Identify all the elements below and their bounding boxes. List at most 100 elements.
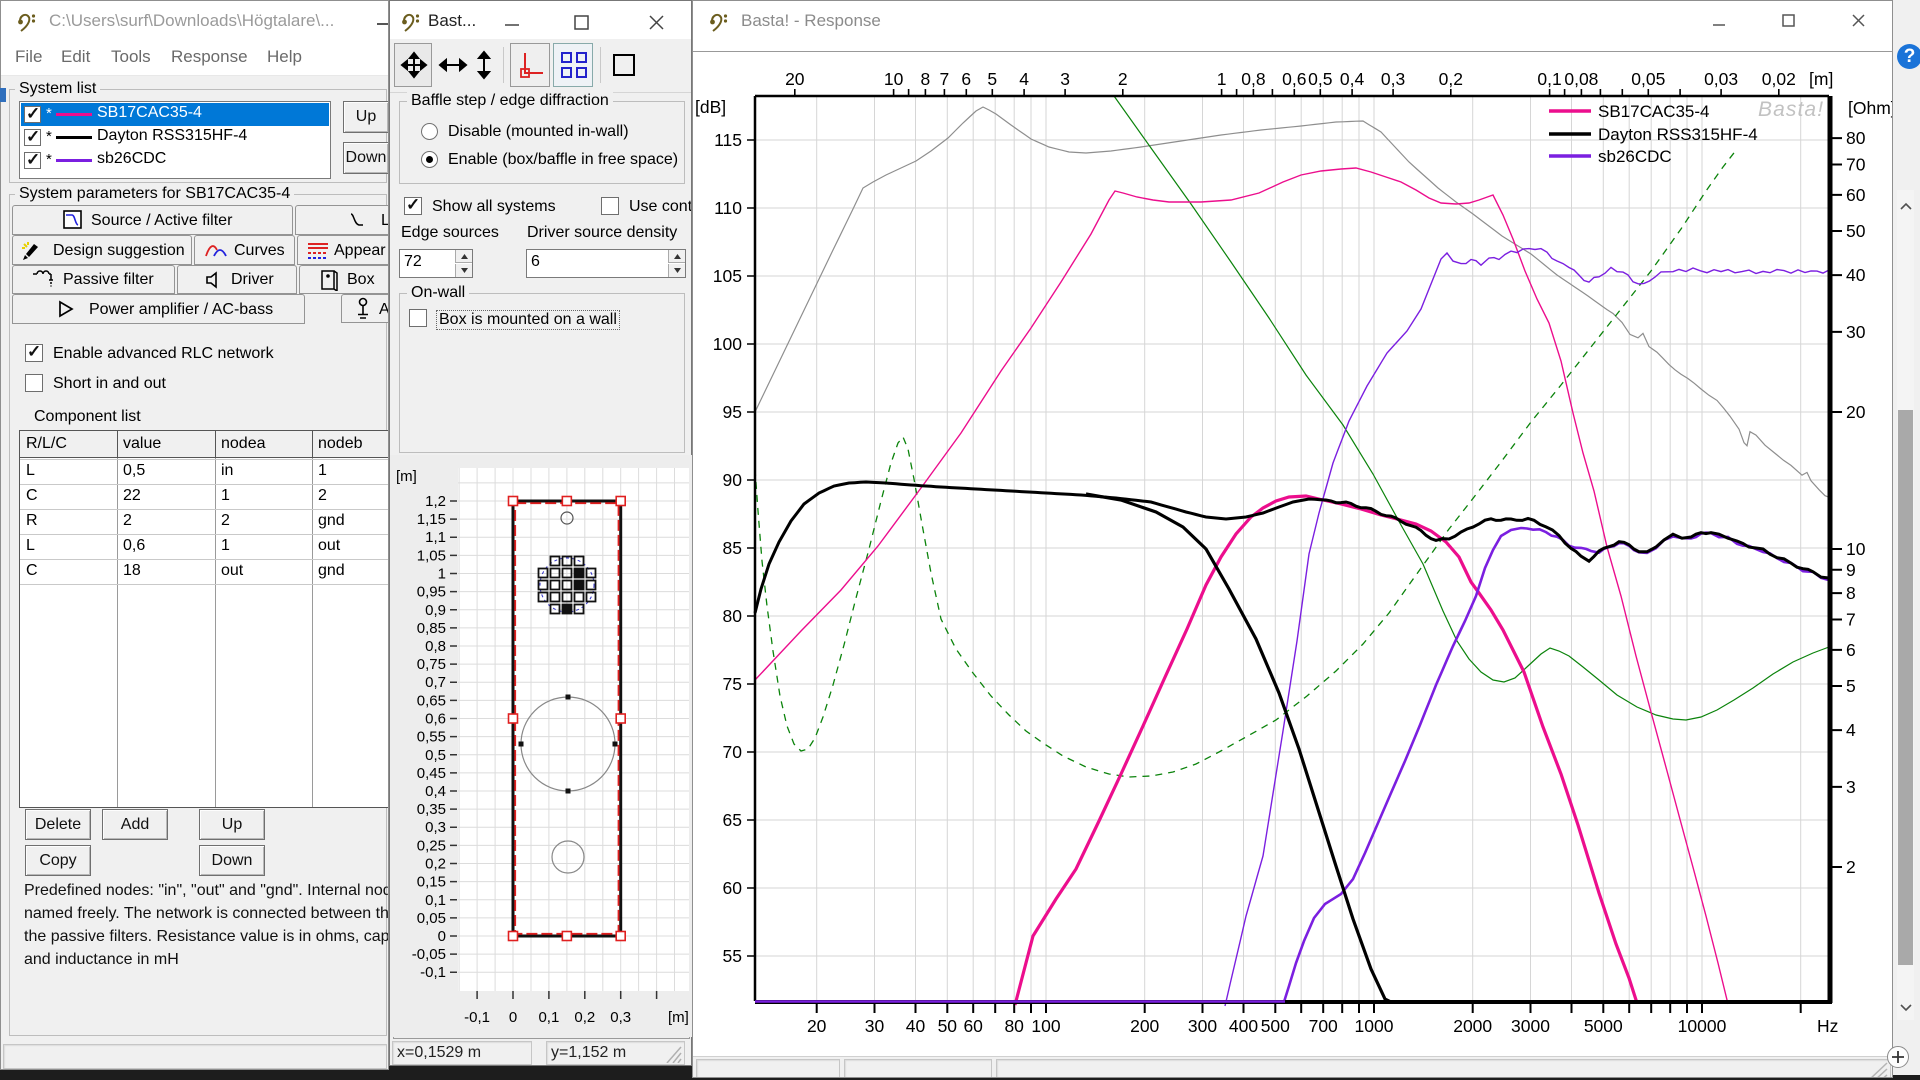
svg-text:9: 9: [1846, 560, 1856, 580]
svg-text:700: 700: [1309, 1016, 1338, 1036]
svg-text:90: 90: [723, 470, 743, 490]
svg-text:0,7: 0,7: [425, 674, 446, 691]
svg-text:3: 3: [1846, 777, 1856, 797]
svg-text:5: 5: [1846, 676, 1856, 696]
svg-text:95: 95: [723, 402, 742, 422]
svg-text:0,75: 0,75: [417, 656, 446, 673]
svg-text:75: 75: [723, 674, 742, 694]
svg-text:10: 10: [884, 69, 904, 89]
svg-text:0,03: 0,03: [1704, 69, 1738, 89]
svg-text:0,4: 0,4: [425, 783, 446, 800]
svg-text:400: 400: [1229, 1016, 1258, 1036]
svg-text:60: 60: [723, 878, 743, 898]
svg-text:0,3: 0,3: [1381, 69, 1405, 89]
svg-text:2: 2: [1846, 857, 1856, 877]
svg-text:2: 2: [1118, 69, 1128, 89]
svg-text:8: 8: [921, 69, 931, 89]
svg-text:Hz: Hz: [1817, 1016, 1838, 1036]
svg-text:40: 40: [906, 1016, 926, 1036]
svg-text:1: 1: [1217, 69, 1227, 89]
svg-text:7: 7: [940, 69, 950, 89]
svg-text:200: 200: [1130, 1016, 1159, 1036]
svg-text:4: 4: [1846, 720, 1856, 740]
svg-text:0,65: 0,65: [417, 692, 446, 709]
svg-text:0,3: 0,3: [425, 819, 446, 836]
svg-text:0,4: 0,4: [1340, 69, 1365, 89]
svg-text:0,02: 0,02: [1762, 69, 1796, 89]
svg-text:6: 6: [1846, 640, 1856, 660]
svg-text:sb26CDC: sb26CDC: [1598, 147, 1672, 166]
svg-text:80: 80: [1846, 128, 1866, 148]
svg-text:7: 7: [1846, 610, 1856, 630]
svg-text:30: 30: [1846, 322, 1866, 342]
svg-text:0,55: 0,55: [417, 729, 446, 746]
svg-text:3: 3: [1060, 69, 1070, 89]
svg-text:0,1: 0,1: [1537, 69, 1561, 89]
svg-text:[m]: [m]: [668, 1009, 689, 1026]
svg-text:20: 20: [1846, 402, 1866, 422]
svg-text:-0,1: -0,1: [420, 964, 446, 981]
svg-text:[dB]: [dB]: [695, 97, 726, 117]
svg-text:50: 50: [1846, 221, 1866, 241]
svg-text:0,2: 0,2: [574, 1009, 595, 1026]
svg-text:0,95: 0,95: [417, 584, 446, 601]
svg-text:1,2: 1,2: [425, 493, 446, 510]
svg-text:500: 500: [1261, 1016, 1290, 1036]
svg-text:85: 85: [723, 538, 742, 558]
svg-text:65: 65: [723, 810, 742, 830]
svg-text:-0,1: -0,1: [464, 1009, 490, 1026]
svg-text:-0,05: -0,05: [412, 946, 446, 963]
svg-text:0: 0: [509, 1009, 517, 1026]
svg-text:100: 100: [713, 334, 742, 354]
svg-text:6: 6: [961, 69, 971, 89]
svg-text:0,2: 0,2: [1439, 69, 1463, 89]
svg-text:1000: 1000: [1355, 1016, 1394, 1036]
svg-text:0,1: 0,1: [425, 892, 446, 909]
svg-text:60: 60: [963, 1016, 983, 1036]
svg-text:0,6: 0,6: [425, 711, 446, 728]
svg-text:0,45: 0,45: [417, 765, 446, 782]
svg-text:55: 55: [723, 946, 742, 966]
svg-text:10: 10: [1846, 539, 1866, 559]
svg-text:5000: 5000: [1584, 1016, 1623, 1036]
svg-text:300: 300: [1188, 1016, 1217, 1036]
svg-text:0,1: 0,1: [538, 1009, 559, 1026]
svg-text:80: 80: [723, 606, 743, 626]
svg-text:0,25: 0,25: [417, 837, 446, 854]
svg-text:0,8: 0,8: [425, 638, 446, 655]
svg-text:0,35: 0,35: [417, 801, 446, 818]
svg-text:105: 105: [713, 266, 742, 286]
svg-text:[m]: [m]: [1809, 69, 1833, 89]
svg-text:[Ohm]: [Ohm]: [1848, 98, 1893, 118]
svg-text:0,2: 0,2: [425, 856, 446, 873]
svg-text:0,05: 0,05: [417, 910, 446, 927]
svg-text:80: 80: [1004, 1016, 1024, 1036]
svg-text:0,08: 0,08: [1564, 69, 1598, 89]
svg-text:8: 8: [1846, 583, 1856, 603]
svg-text:20: 20: [807, 1016, 827, 1036]
svg-text:0,9: 0,9: [425, 602, 446, 619]
svg-text:0,5: 0,5: [1308, 69, 1332, 89]
svg-text:50: 50: [938, 1016, 958, 1036]
svg-text:0,6: 0,6: [1282, 69, 1306, 89]
svg-text:Basta!: Basta!: [1758, 98, 1824, 121]
svg-text:4: 4: [1019, 69, 1029, 89]
svg-text:0,05: 0,05: [1631, 69, 1665, 89]
svg-text:1,1: 1,1: [425, 529, 446, 546]
svg-text:0: 0: [438, 928, 446, 945]
svg-text:70: 70: [1846, 155, 1866, 175]
svg-text:SB17CAC35-4: SB17CAC35-4: [1598, 102, 1710, 121]
svg-text:1,15: 1,15: [417, 511, 446, 528]
svg-text:1,05: 1,05: [417, 547, 446, 564]
svg-text:Dayton RSS315HF-4: Dayton RSS315HF-4: [1598, 125, 1758, 144]
svg-text:10000: 10000: [1678, 1016, 1727, 1036]
svg-text:100: 100: [1031, 1016, 1060, 1036]
svg-text:70: 70: [723, 742, 743, 762]
svg-text:0,5: 0,5: [425, 747, 446, 764]
svg-text:0,15: 0,15: [417, 874, 446, 891]
svg-text:5: 5: [987, 69, 997, 89]
svg-text:20: 20: [785, 69, 805, 89]
svg-text:110: 110: [714, 198, 742, 218]
svg-text:60: 60: [1846, 185, 1866, 205]
svg-text:2000: 2000: [1453, 1016, 1492, 1036]
